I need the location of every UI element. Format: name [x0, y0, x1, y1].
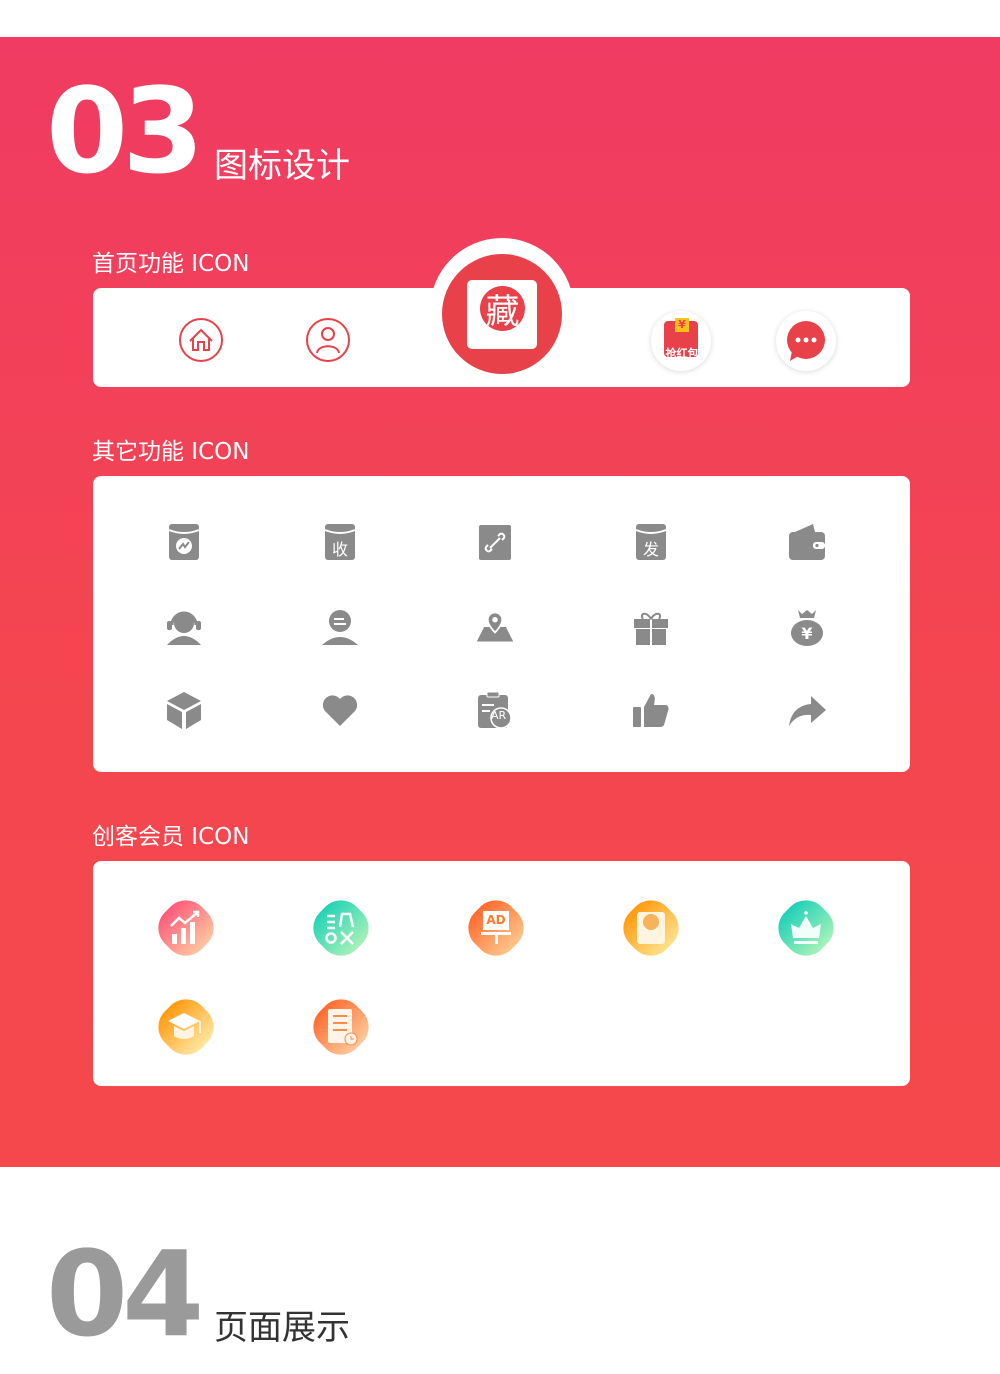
ad-text: AD [483, 911, 509, 930]
yen-coin: ¥ [675, 318, 689, 332]
svg-text:¥: ¥ [801, 624, 812, 643]
collect-icon[interactable]: 藏 [442, 254, 562, 374]
cube-icon[interactable] [164, 690, 204, 730]
red-packet-text: 抢红包 [665, 347, 699, 360]
settings-text-icon[interactable] [304, 891, 378, 965]
section-number: 04 [46, 1225, 204, 1363]
money-bag-icon[interactable]: ¥ [787, 607, 827, 647]
collect-card-icon[interactable] [614, 891, 688, 965]
send-char: 发 [642, 540, 659, 559]
receive-char: 收 [331, 540, 348, 559]
home-icons-label: 首页功能 ICON [92, 251, 250, 277]
graduation-cap-icon[interactable] [149, 990, 223, 1064]
user-icon[interactable] [305, 317, 351, 363]
red-packet-chart-icon[interactable] [164, 522, 204, 562]
collect-seal: 藏 [480, 286, 525, 332]
gift-icon[interactable] [631, 607, 671, 647]
map-pin-icon[interactable] [475, 607, 515, 647]
wallet-icon[interactable] [787, 522, 827, 562]
member-icons-label: 创客会员 ICON [92, 824, 250, 850]
document-clock-icon[interactable] [304, 990, 378, 1064]
share-icon[interactable] [787, 690, 827, 730]
red-packet-send-icon[interactable]: 发 [631, 522, 671, 562]
link-icon[interactable] [475, 522, 515, 562]
ad-board-icon[interactable]: AD [459, 891, 533, 965]
heart-icon[interactable] [320, 690, 360, 730]
section-title: 图标设计 [214, 146, 350, 186]
ar-clipboard-icon[interactable]: AR [475, 690, 515, 730]
customer-service-icon[interactable] [164, 607, 204, 647]
crown-icon[interactable] [769, 891, 843, 965]
section-title: 页面展示 [214, 1308, 350, 1348]
user-card-icon[interactable] [320, 607, 360, 647]
red-packet-icon[interactable]: ¥ 抢红包 [651, 311, 711, 371]
ar-text: AR [491, 709, 507, 722]
home-icon[interactable] [178, 317, 224, 363]
section-number: 03 [46, 62, 204, 200]
growth-chart-icon[interactable] [149, 891, 223, 965]
red-packet-receive-icon[interactable]: 收 [320, 522, 360, 562]
thumbs-up-icon[interactable] [631, 690, 671, 730]
other-icons-label: 其它功能 ICON [92, 439, 250, 465]
chat-icon[interactable] [776, 311, 836, 371]
